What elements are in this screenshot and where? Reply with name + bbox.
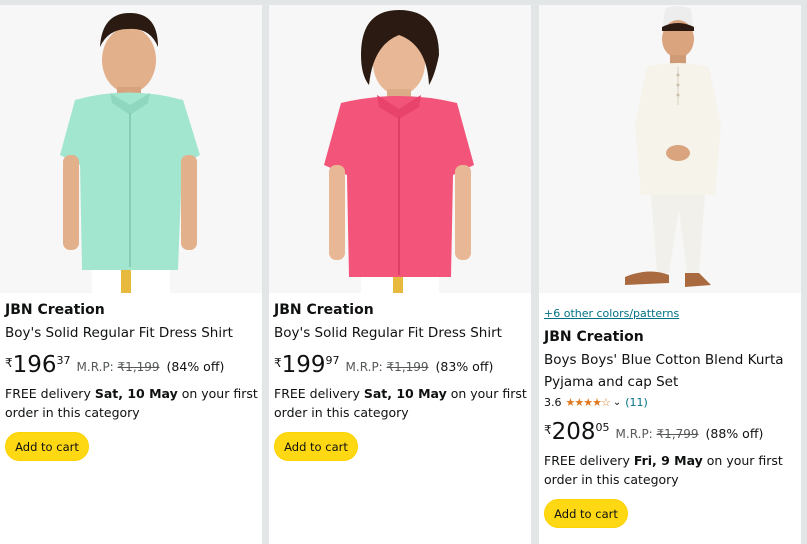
currency-symbol: ₹ bbox=[544, 423, 552, 437]
mrp: M.R.P: ₹1,199 bbox=[77, 360, 160, 374]
mrp-label: M.R.P: bbox=[76, 360, 114, 374]
product-image[interactable] bbox=[539, 5, 801, 293]
price-whole: 199 bbox=[281, 352, 326, 378]
star-rating-icon[interactable]: ★★★★☆ bbox=[566, 396, 611, 410]
delivery-date: Sat, 10 May bbox=[363, 386, 447, 401]
product-brand: JBN Creation bbox=[5, 302, 105, 318]
add-to-cart-button[interactable]: Add to cart bbox=[544, 499, 628, 528]
mrp-value: ₹1,199 bbox=[117, 360, 160, 374]
price-row: ₹ 199 97 M.R.P: ₹1,199 (83% off) bbox=[274, 353, 527, 383]
product-image[interactable] bbox=[0, 5, 262, 293]
price-fraction: 97 bbox=[325, 354, 340, 367]
add-to-cart-button[interactable]: Add to cart bbox=[274, 432, 358, 461]
delivery-info: FREE delivery Fri, 9 May on your first o… bbox=[544, 451, 797, 489]
rating-value: 3.6 bbox=[544, 396, 562, 409]
price-fraction: 37 bbox=[56, 354, 71, 367]
product-info: JBN Creation Boy's Solid Regular Fit Dre… bbox=[274, 301, 527, 461]
boy-in-kurta-pyjama-illustration bbox=[539, 5, 801, 293]
product-info: JBN Creation Boy's Solid Regular Fit Dre… bbox=[5, 301, 258, 461]
add-to-cart-button[interactable]: Add to cart bbox=[5, 432, 89, 461]
discount-percent: (83% off) bbox=[435, 359, 494, 374]
chevron-down-icon[interactable]: ⌄ bbox=[613, 396, 621, 410]
product-card: JBN Creation Boy's Solid Regular Fit Dre… bbox=[269, 5, 531, 544]
delivery-info: FREE delivery Sat, 10 May on your first … bbox=[274, 384, 527, 422]
product-title-link[interactable]: Boy's Solid Regular Fit Dress Shirt bbox=[5, 322, 258, 344]
product-brand: JBN Creation bbox=[544, 329, 644, 345]
color-options-link[interactable]: +6 other colors/patterns bbox=[544, 307, 797, 321]
product-info: +6 other colors/patterns JBN Creation Bo… bbox=[544, 307, 797, 528]
discount-percent: (84% off) bbox=[166, 359, 225, 374]
delivery-prefix: FREE delivery bbox=[5, 386, 95, 401]
mrp-label: M.R.P: bbox=[345, 360, 383, 374]
delivery-prefix: FREE delivery bbox=[274, 386, 364, 401]
product-image[interactable] bbox=[269, 5, 531, 293]
mrp: M.R.P: ₹1,799 bbox=[616, 427, 699, 441]
rating-row: 3.6 ★★★★☆ ⌄ (11) bbox=[544, 396, 797, 410]
discount-percent: (88% off) bbox=[705, 426, 764, 441]
mrp-value: ₹1,199 bbox=[386, 360, 429, 374]
rating-count-link[interactable]: (11) bbox=[625, 396, 648, 410]
mrp-label: M.R.P: bbox=[615, 427, 653, 441]
currency-symbol: ₹ bbox=[274, 356, 282, 370]
product-card: JBN Creation Boy's Solid Regular Fit Dre… bbox=[0, 5, 262, 544]
delivery-date: Fri, 9 May bbox=[633, 453, 703, 468]
delivery-info: FREE delivery Sat, 10 May on your first … bbox=[5, 384, 258, 422]
boy-in-pink-shirt-illustration bbox=[269, 5, 531, 293]
delivery-date: Sat, 10 May bbox=[94, 386, 178, 401]
product-card: +6 other colors/patterns JBN Creation Bo… bbox=[539, 5, 801, 544]
product-title-link[interactable]: Boy's Solid Regular Fit Dress Shirt bbox=[274, 322, 527, 344]
price-whole: 208 bbox=[551, 419, 596, 445]
product-title-link[interactable]: Boys Boys' Blue Cotton Blend Kurta Pyjam… bbox=[544, 349, 797, 393]
price-fraction: 05 bbox=[595, 421, 610, 434]
mrp: M.R.P: ₹1,199 bbox=[346, 360, 429, 374]
mrp-value: ₹1,799 bbox=[656, 427, 699, 441]
currency-symbol: ₹ bbox=[5, 356, 13, 370]
price-whole: 196 bbox=[12, 352, 57, 378]
delivery-prefix: FREE delivery bbox=[544, 453, 634, 468]
product-brand: JBN Creation bbox=[274, 302, 374, 318]
boy-in-mint-shirt-illustration bbox=[0, 5, 262, 293]
price-row: ₹ 208 05 M.R.P: ₹1,799 (88% off) bbox=[544, 420, 797, 450]
price-row: ₹ 196 37 M.R.P: ₹1,199 (84% off) bbox=[5, 353, 258, 383]
